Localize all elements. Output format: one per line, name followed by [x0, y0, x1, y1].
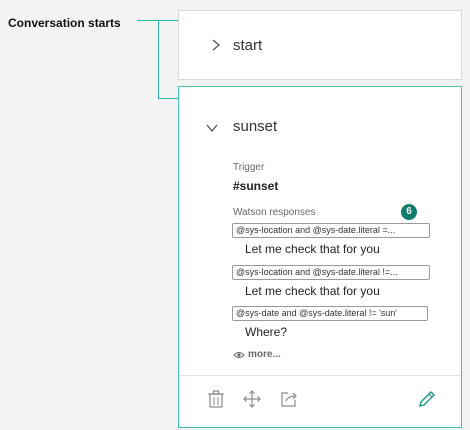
chevron-down-icon[interactable]: [205, 121, 219, 135]
edit-icon[interactable]: [417, 389, 437, 409]
connector-line: [158, 98, 178, 99]
response-condition[interactable]: @sys-location and @sys-date.literal =...: [232, 223, 430, 238]
response-text: Let me check that for you: [245, 284, 380, 298]
trigger-value: #sunset: [233, 179, 279, 193]
dialog-node-sunset[interactable]: sunset Trigger #sunset Watson responses …: [178, 86, 462, 428]
move-icon[interactable]: [242, 389, 262, 409]
connector-line: [158, 20, 159, 98]
responses-label: Watson responses: [233, 207, 316, 218]
chevron-right-icon[interactable]: [209, 38, 223, 52]
divider: [179, 375, 461, 376]
response-condition[interactable]: @sys-location and @sys-date.literal !=..…: [232, 265, 430, 280]
dialog-node-start[interactable]: start: [178, 10, 462, 80]
response-text: Where?: [245, 325, 288, 339]
conversation-starts-label: Conversation starts: [8, 16, 121, 30]
trigger-label: Trigger: [233, 162, 265, 173]
node-title: sunset: [233, 118, 278, 135]
response-text: Let me check that for you: [245, 242, 380, 256]
response-condition[interactable]: @sys-date and @sys-date.literal != 'sun': [232, 306, 428, 321]
trash-icon[interactable]: [206, 389, 226, 409]
jump-to-icon[interactable]: [279, 389, 299, 409]
responses-count-badge: 6: [401, 204, 417, 220]
node-title: start: [233, 37, 263, 54]
more-link[interactable]: more...: [233, 349, 281, 360]
more-label: more...: [248, 349, 281, 360]
eye-icon: [233, 351, 245, 358]
